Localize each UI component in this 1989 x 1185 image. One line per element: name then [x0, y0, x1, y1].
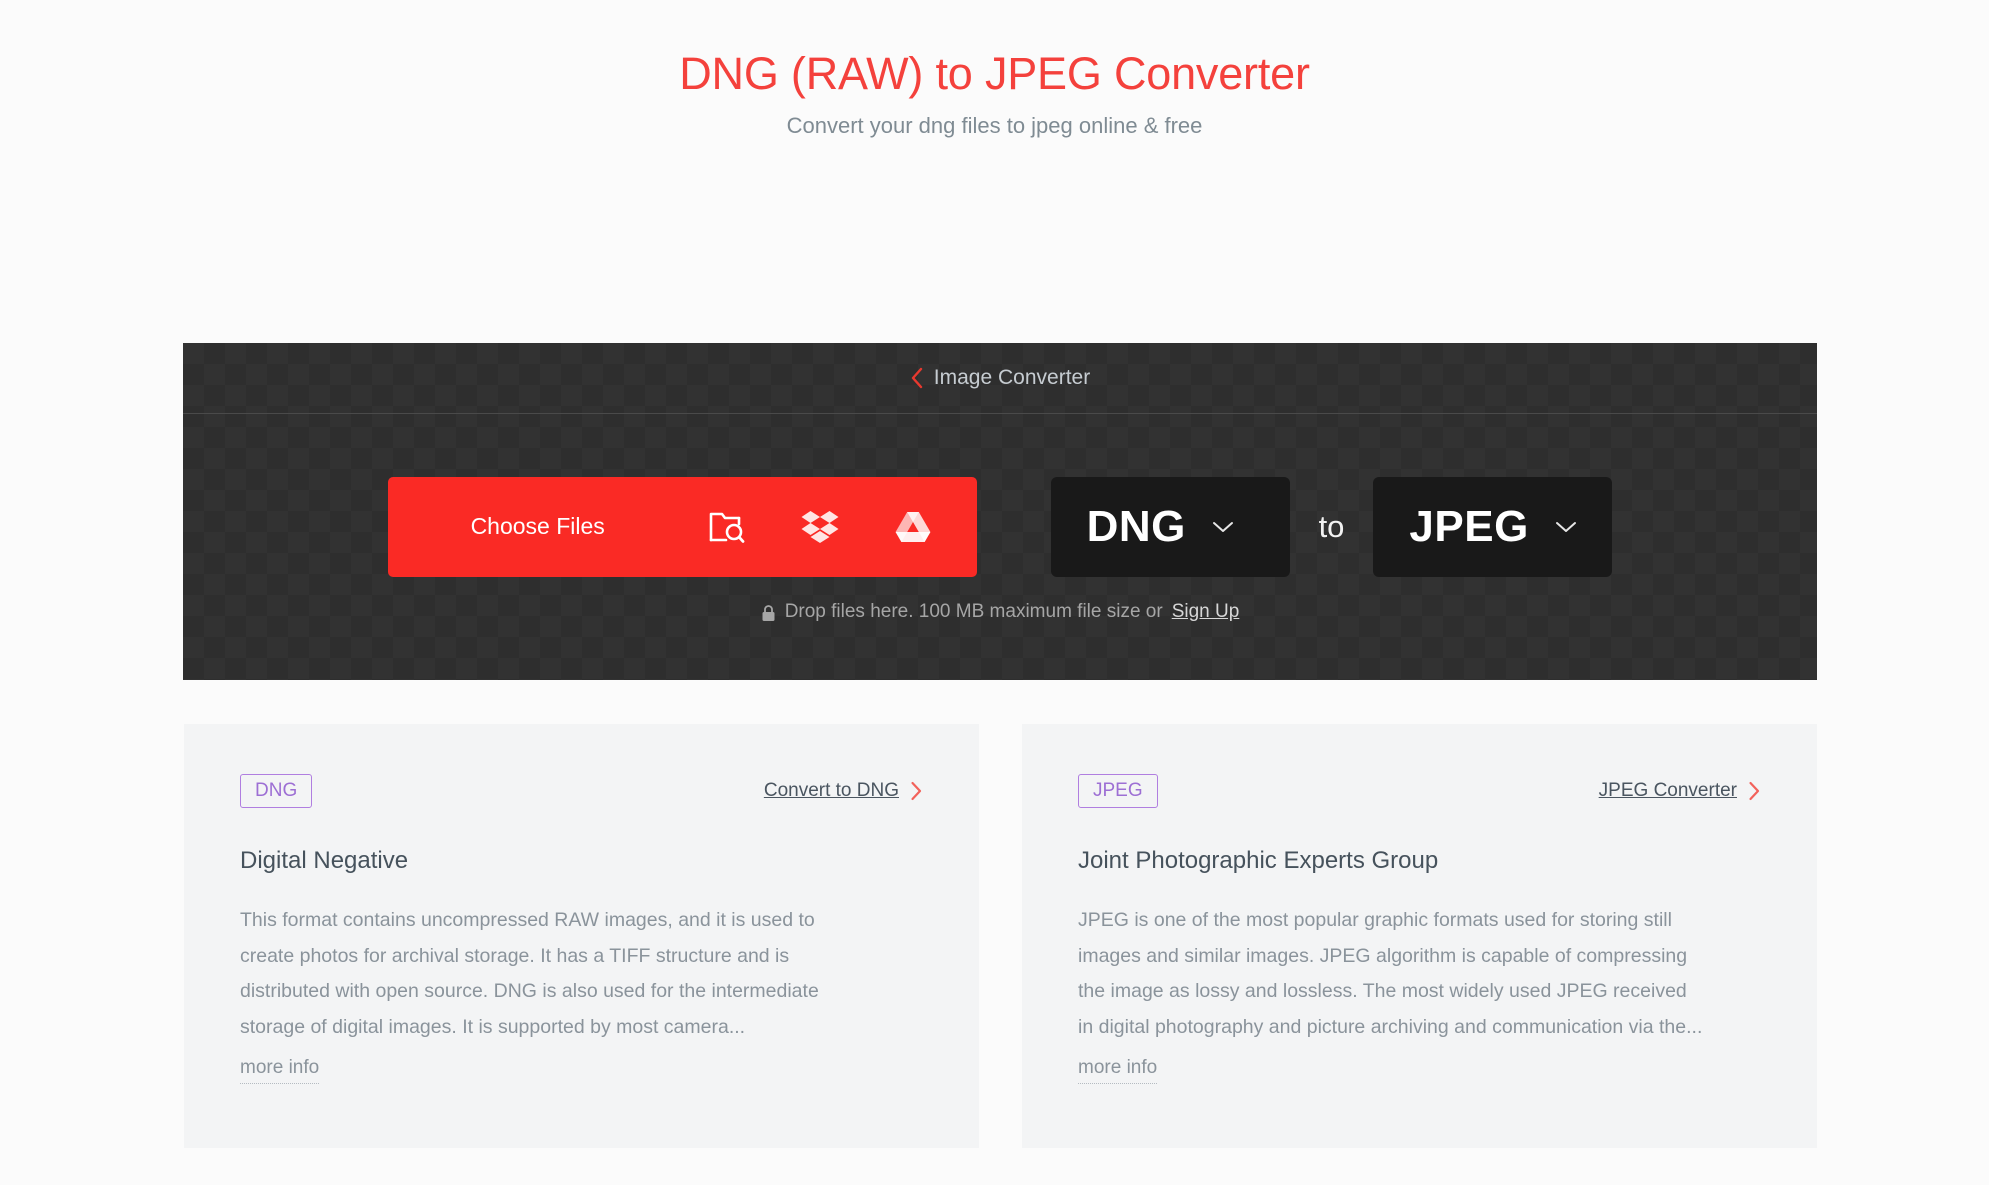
more-info-link[interactable]: more info — [1078, 1054, 1158, 1084]
page-root: DNG (RAW) to JPEG Converter Convert your… — [0, 0, 1989, 1185]
converter-panel: Image Converter Choose Files DNG to JPEG… — [183, 343, 1817, 680]
drop-hint: Drop files here. 100 MB maximum file siz… — [761, 600, 1240, 623]
chevron-right-icon — [1748, 781, 1761, 801]
lock-icon — [761, 604, 776, 622]
chevron-right-icon — [910, 781, 923, 801]
convert-to-link-label: Convert to DNG — [763, 780, 899, 801]
format-card-source: DNG Convert to DNG Digital Negative This… — [184, 724, 979, 1148]
format-converter-link-label: JPEG Converter — [1598, 780, 1737, 801]
format-converter-link[interactable]: JPEG Converter — [1599, 780, 1761, 802]
status-badge: DNG — [240, 774, 313, 808]
source-format-value: DNG — [1086, 501, 1186, 551]
breadcrumb-label: Image Converter — [933, 366, 1091, 389]
card-description: This format contains uncompressed RAW im… — [240, 909, 819, 1038]
card-description: JPEG is one of the most popular graphic … — [1078, 909, 1703, 1038]
choose-files-button[interactable]: Choose Files — [387, 476, 977, 577]
google-drive-icon[interactable] — [895, 511, 931, 543]
converter-controls: Choose Files DNG to JPEG — [387, 476, 1613, 577]
chevron-down-icon — [1555, 520, 1577, 534]
folder-search-icon[interactable] — [709, 510, 745, 544]
status-badge: JPEG — [1078, 774, 1158, 808]
page-header: DNG (RAW) to JPEG Converter Convert your… — [0, 0, 1989, 139]
format-info-cards: DNG Convert to DNG Digital Negative This… — [184, 724, 1817, 1148]
file-source-icons — [709, 510, 931, 544]
chevron-left-icon — [910, 367, 924, 389]
convert-to-link[interactable]: Convert to DNG — [764, 780, 923, 802]
more-info-link[interactable]: more info — [240, 1054, 320, 1084]
panel-topbar: Image Converter — [183, 343, 1817, 414]
card-title: Joint Photographic Experts Group — [1078, 847, 1439, 874]
format-card-target: JPEG JPEG Converter Joint Photographic E… — [1022, 724, 1817, 1148]
target-format-select[interactable]: JPEG — [1373, 476, 1613, 577]
page-title: DNG (RAW) to JPEG Converter — [679, 48, 1310, 99]
card-header: JPEG JPEG Converter — [1078, 774, 1761, 808]
page-subtitle: Convert your dng files to jpeg online & … — [786, 112, 1203, 138]
chevron-down-icon — [1212, 520, 1234, 534]
dropbox-icon[interactable] — [801, 510, 839, 544]
card-header: DNG Convert to DNG — [240, 774, 923, 808]
breadcrumb[interactable]: Image Converter — [910, 366, 1090, 390]
target-format-value: JPEG — [1409, 501, 1529, 551]
to-word-label: to — [1318, 508, 1345, 544]
drop-hint-text: Drop files here. 100 MB maximum file siz… — [784, 600, 1163, 622]
sign-up-link[interactable]: Sign Up — [1172, 601, 1240, 623]
card-title: Digital Negative — [240, 847, 409, 874]
choose-files-label: Choose Files — [470, 513, 605, 539]
panel-body: Choose Files DNG to JPEG Drop files here… — [183, 414, 1817, 679]
source-format-select[interactable]: DNG — [1050, 476, 1290, 577]
